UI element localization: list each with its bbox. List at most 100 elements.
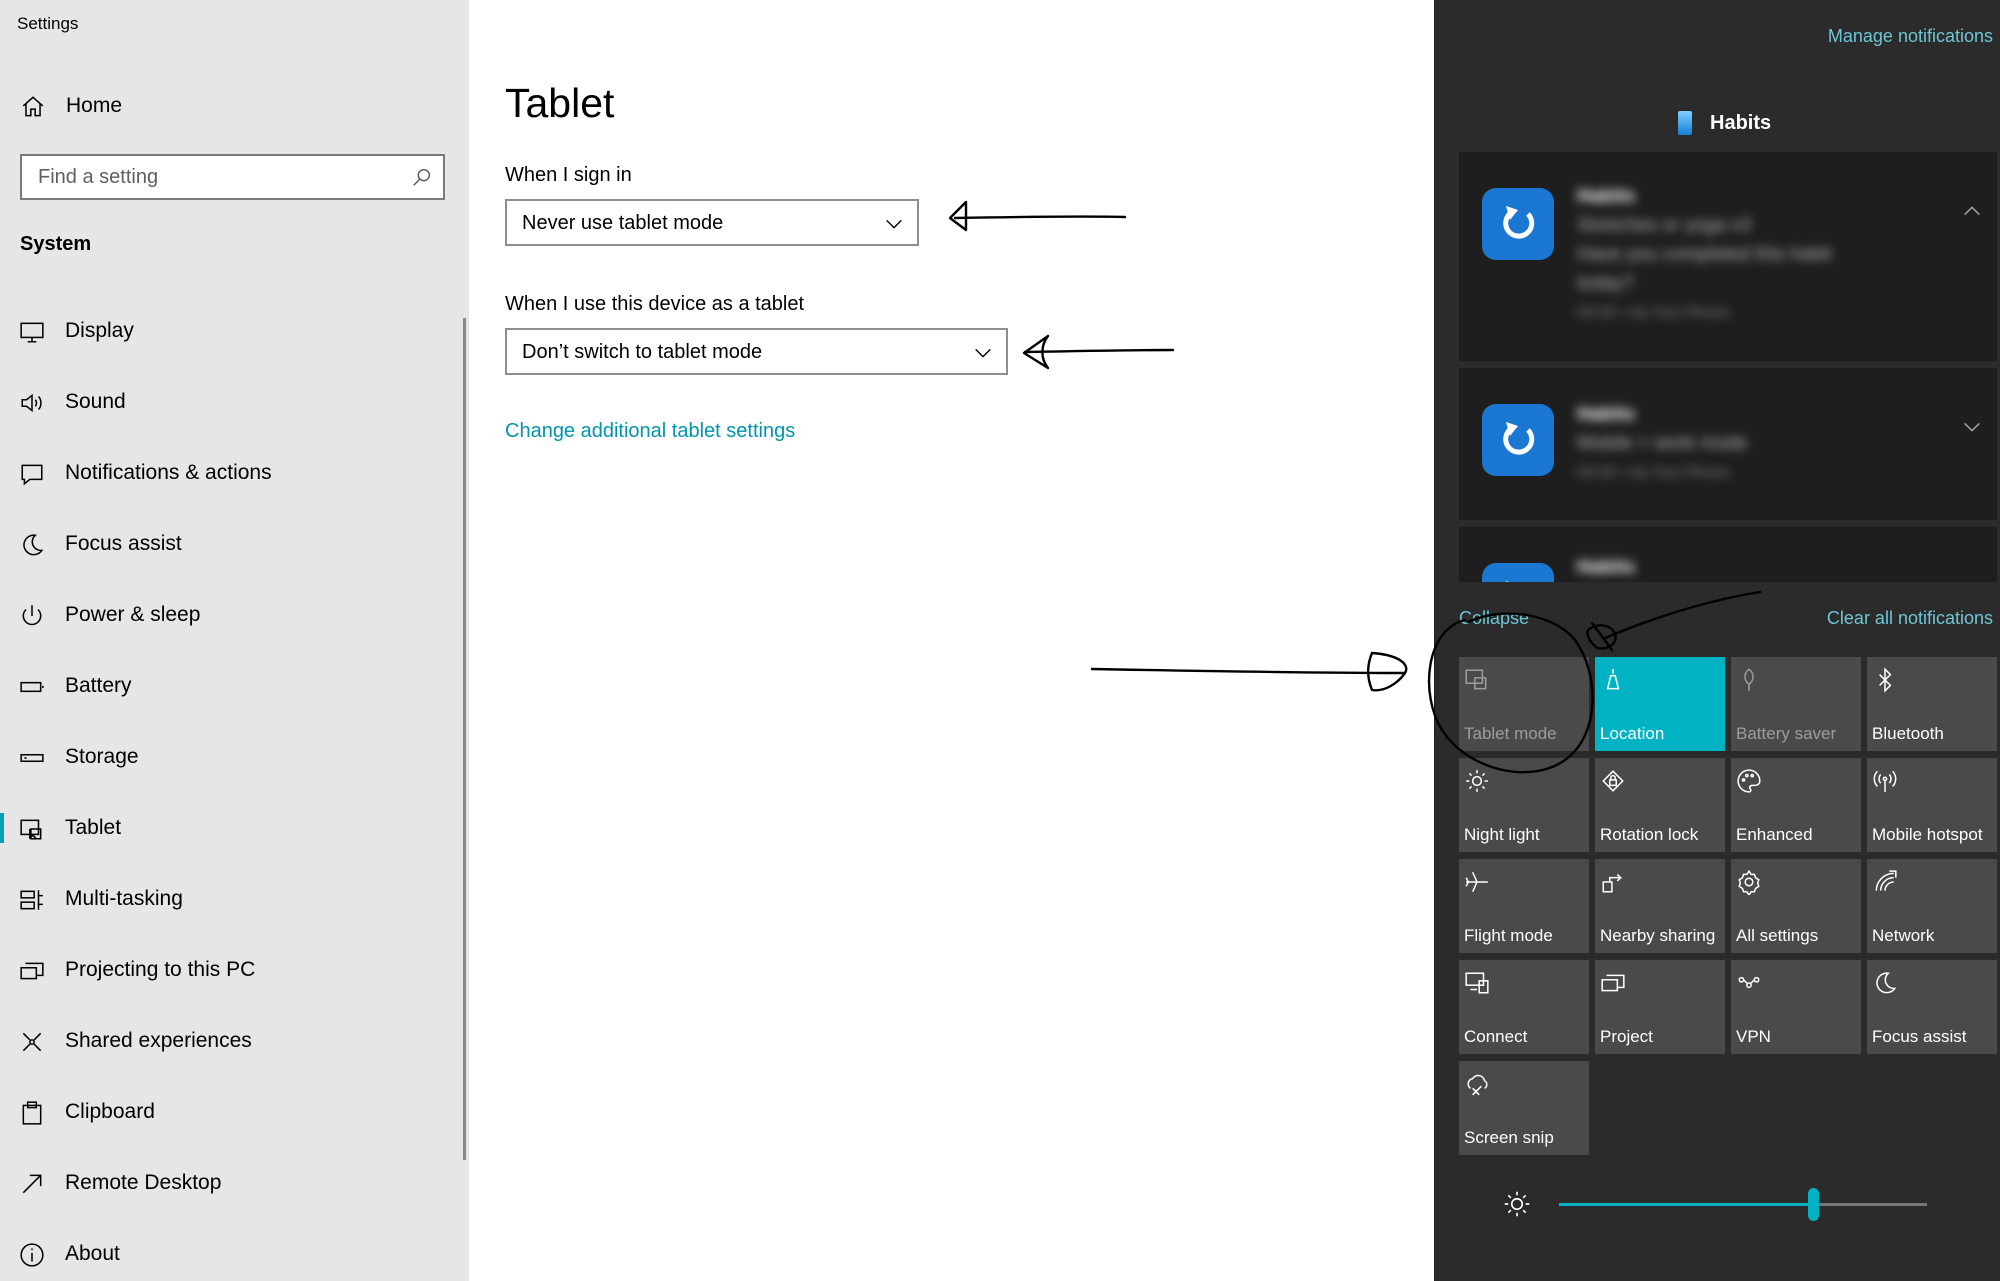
notification-body: Habits <box>1577 553 1635 582</box>
sidebar-item-remote-desktop[interactable]: Remote Desktop <box>0 1156 460 1210</box>
network-icon <box>1875 870 1897 891</box>
habits-app-icon <box>1482 188 1554 260</box>
speaker-icon <box>21 393 42 413</box>
sidebar-item-label: Projecting to this PC <box>65 958 256 981</box>
quick-action-label: Flight mode <box>1464 926 1553 945</box>
search-input[interactable] <box>22 156 402 198</box>
settings-sidebar: Settings Home System Display Sound Notific… <box>0 0 469 1281</box>
quick-action-mobile-hotspot[interactable]: Mobile hotspot <box>1867 758 1997 852</box>
habits-app-icon <box>1678 111 1692 135</box>
search-box[interactable] <box>20 154 445 200</box>
home-nav-item[interactable]: Home <box>0 84 469 128</box>
quick-action-location[interactable]: Location <box>1595 657 1725 751</box>
quick-action-all-settings[interactable]: All settings <box>1731 859 1861 953</box>
gear-icon <box>1738 869 1760 895</box>
quick-action-focus-assist[interactable]: Focus assist <box>1867 960 1997 1054</box>
quick-action-tablet-mode[interactable]: Tablet mode <box>1459 657 1589 751</box>
sidebar-item-label: Display <box>65 319 134 342</box>
sidebar-item-clipboard[interactable]: Clipboard <box>0 1085 460 1139</box>
search-icon[interactable] <box>411 166 433 188</box>
nearby-share-icon <box>1602 873 1623 893</box>
sidebar-item-notifications-actions[interactable]: Notifications & actions <box>0 446 460 500</box>
chevron-down-icon <box>886 219 902 229</box>
sidebar-item-tablet[interactable]: Tablet <box>0 801 460 855</box>
tablet-settings-page: Tablet When I sign in Never use tablet m… <box>469 0 1434 1281</box>
home-icon <box>22 96 44 117</box>
sidebar-item-label: Remote Desktop <box>65 1171 222 1194</box>
sidebar-item-storage[interactable]: Storage <box>0 730 460 784</box>
sidebar-item-sound[interactable]: Sound <box>0 375 460 429</box>
quick-action-label: Night light <box>1464 825 1540 844</box>
remote-icon <box>22 1174 42 1194</box>
sidebar-item-focus-assist[interactable]: Focus assist <box>0 517 460 571</box>
sidebar-item-label: Focus assist <box>65 532 182 555</box>
quick-action-flight-mode[interactable]: Flight mode <box>1459 859 1589 953</box>
sidebar-item-multi-tasking[interactable]: Multi-tasking <box>0 872 460 926</box>
sidebar-scrollbar[interactable] <box>463 318 466 1160</box>
sidebar-item-label: Storage <box>65 745 139 768</box>
additional-tablet-settings-link[interactable]: Change additional tablet settings <box>505 420 795 443</box>
message-icon <box>21 464 43 486</box>
sidebar-item-label: Sound <box>65 390 126 413</box>
project-icon <box>1601 974 1625 992</box>
quick-action-screen-snip[interactable]: Screen snip <box>1459 1061 1589 1155</box>
moon-icon <box>23 534 44 556</box>
quick-action-connect[interactable]: Connect <box>1459 960 1589 1054</box>
quick-action-network[interactable]: Network <box>1867 859 1997 953</box>
quick-action-night-light[interactable]: Night light <box>1459 758 1589 852</box>
notification-card[interactable]: Habits Mobile > work mode 09:30 • via Your… <box>1459 368 1997 520</box>
notification-card[interactable]: Habits Stretches or yoga x3 Have you compl… <box>1459 152 1997 361</box>
sidebar-item-label: About <box>65 1242 120 1265</box>
quick-action-enhanced[interactable]: Enhanced <box>1731 758 1861 852</box>
chevron-down-icon[interactable] <box>1961 416 1983 438</box>
chevron-up-icon[interactable] <box>1961 200 1983 222</box>
quick-action-nearby-sharing[interactable]: Nearby sharing <box>1595 859 1725 953</box>
sign-in-dropdown[interactable]: Never use tablet mode <box>505 199 919 246</box>
quick-action-label: Rotation lock <box>1600 825 1699 844</box>
notification-title: Habits <box>1577 557 1636 578</box>
notification-line: Have you completed this habit <box>1577 244 1832 265</box>
sign-in-label: When I sign in <box>505 164 632 186</box>
quick-action-vpn[interactable]: VPN <box>1731 960 1861 1054</box>
brightness-thumb[interactable] <box>1807 1188 1819 1221</box>
chevron-down-icon[interactable] <box>1961 575 1983 582</box>
sidebar-item-label: Multi-tasking <box>65 887 183 910</box>
clear-all-notifications-link[interactable]: Clear all notifications <box>1827 608 1993 629</box>
sidebar-item-power-sleep[interactable]: Power & sleep <box>0 588 460 642</box>
notification-line: today? <box>1577 273 1635 294</box>
notification-line: Mobile > work mode <box>1577 433 1748 454</box>
action-center: Manage notifications Habits Habits Stretc… <box>1434 0 2000 1281</box>
sidebar-item-projecting-to-this-pc[interactable]: Projecting to this PC <box>0 943 460 997</box>
sidebar-item-battery[interactable]: Battery <box>0 659 460 713</box>
home-label: Home <box>66 94 123 117</box>
quick-action-rotation-lock[interactable]: Rotation lock <box>1595 758 1725 852</box>
info-icon <box>20 1243 44 1267</box>
app-group-title: Habits <box>1710 111 1772 134</box>
bluetooth-icon <box>1879 667 1892 693</box>
quick-action-project[interactable]: Project <box>1595 960 1725 1054</box>
sidebar-item-label: Clipboard <box>65 1100 155 1123</box>
brightness-slider[interactable] <box>1559 1188 1927 1221</box>
sidebar-item-label: Shared experiences <box>65 1029 252 1052</box>
collapse-link[interactable]: Collapse <box>1459 608 1529 629</box>
quick-action-battery-saver[interactable]: Battery saver <box>1731 657 1861 751</box>
quick-action-label: Tablet mode <box>1464 724 1557 743</box>
vpn-icon <box>1738 976 1760 989</box>
tablet-icon <box>20 819 42 840</box>
quick-action-label: Network <box>1872 926 1935 945</box>
sidebar-item-label: Battery <box>65 674 132 697</box>
tablet-use-dropdown[interactable]: Don’t switch to tablet mode <box>505 328 1008 375</box>
notification-card[interactable]: Habits <box>1459 527 1997 582</box>
quick-action-bluetooth[interactable]: Bluetooth <box>1867 657 1997 751</box>
sidebar-item-about[interactable]: About <box>0 1227 460 1281</box>
manage-notifications-link[interactable]: Manage notifications <box>1828 26 1993 47</box>
sidebar-item-shared-experiences[interactable]: Shared experiences <box>0 1014 460 1068</box>
notification-title: Habits <box>1577 404 1636 425</box>
palette-icon <box>1737 769 1761 793</box>
moon-icon <box>1876 972 1897 994</box>
chevron-down-icon <box>975 348 991 358</box>
connect-icon <box>1465 972 1489 994</box>
location-icon <box>1606 669 1620 690</box>
sidebar-item-display[interactable]: Display <box>0 304 460 358</box>
brightness-control <box>1435 1180 2000 1228</box>
